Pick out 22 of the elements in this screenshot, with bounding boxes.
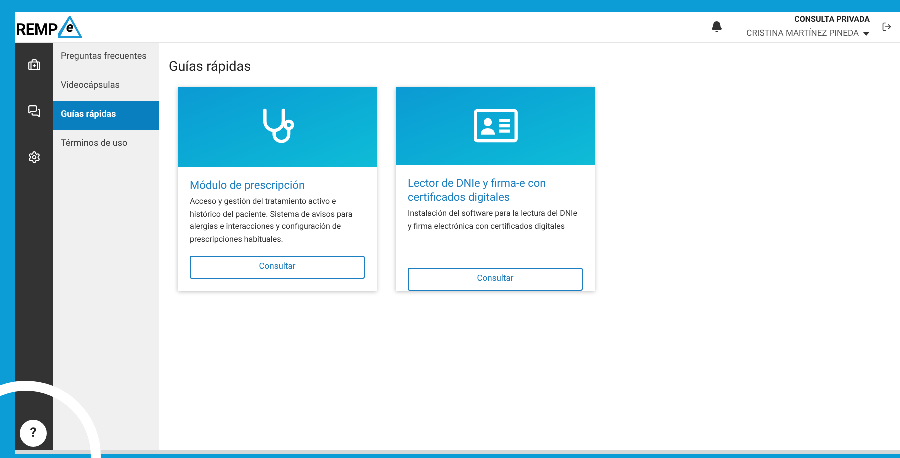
settings-icon[interactable] [28, 151, 40, 164]
card-title: Lector de DNIe y firma-e con certificados digitales [408, 177, 548, 206]
logo: REMP e [15, 16, 82, 38]
practice-name: CONSULTA PRIVADA [794, 14, 870, 26]
logout-icon[interactable] [882, 22, 892, 32]
caret-icon [863, 32, 870, 36]
id-card-icon [472, 107, 518, 146]
medical-kit-icon[interactable] [28, 59, 40, 72]
submenu-item[interactable]: Términos de uso [53, 130, 159, 159]
bell-icon[interactable] [710, 21, 723, 33]
user-menu[interactable]: CRISTINA MARTÍNEZ PINEDA [746, 28, 870, 40]
consult-button[interactable]: Consultar [190, 256, 365, 280]
help-button[interactable]: ? [20, 420, 47, 447]
consult-button[interactable]: Consultar [408, 268, 583, 292]
submenu-item[interactable]: Videocápsulas [53, 72, 159, 101]
page-title: Guías rápidas [169, 58, 252, 77]
chat-icon[interactable] [28, 105, 40, 118]
submenu-item[interactable]: Guías rápidas [53, 101, 159, 130]
card-description: Acceso y gestión del tratamiento activo e histórico del paciente. Sistema de avisos para alergias e interacciones y configuración de prescripciones habituales. [190, 196, 354, 246]
card-title: Módulo de prescripción [190, 179, 306, 194]
submenu-item[interactable]: Preguntas frecuentes [53, 43, 159, 72]
card-description: Instalación del software para la lectura del DNIe y firma electrónica con certificados digitales [408, 208, 578, 233]
